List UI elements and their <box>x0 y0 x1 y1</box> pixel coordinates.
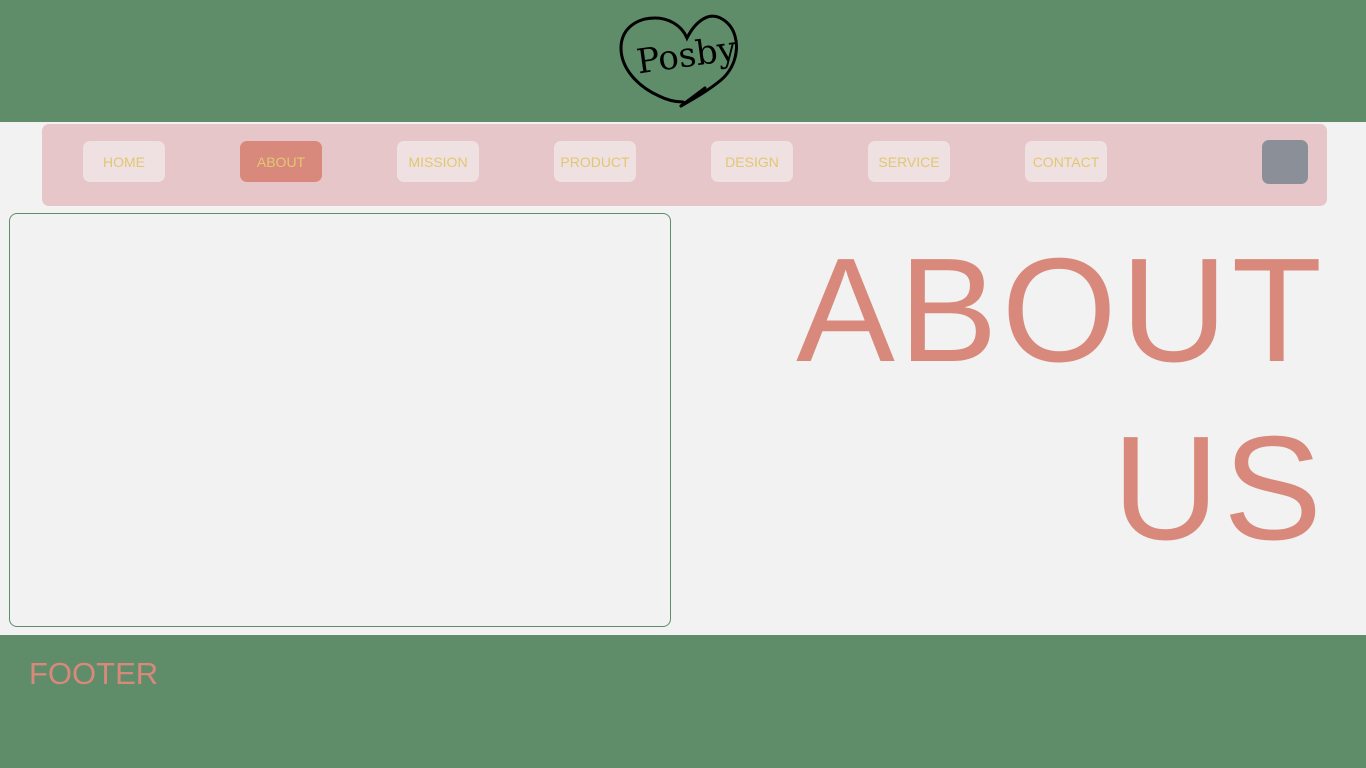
nav-item-about[interactable]: ABOUT <box>240 141 322 182</box>
content-panel <box>9 213 671 627</box>
site-header: Posby <box>0 0 1366 122</box>
nav-item-mission[interactable]: MISSION <box>397 141 479 182</box>
nav-item-contact[interactable]: CONTACT <box>1025 141 1107 182</box>
main-nav: HOME ABOUT MISSION PRODUCT DESIGN SERVIC… <box>42 124 1327 206</box>
page-title: ABOUT US <box>726 222 1326 578</box>
nav-item-home[interactable]: HOME <box>83 141 165 182</box>
nav-item-product[interactable]: PRODUCT <box>554 141 636 182</box>
nav-item-design[interactable]: DESIGN <box>711 141 793 182</box>
footer-label: FOOTER <box>29 656 159 691</box>
nav-item-service[interactable]: SERVICE <box>868 141 950 182</box>
title-line-us: US <box>1112 406 1326 571</box>
posby-heart-logo[interactable]: Posby <box>617 10 741 112</box>
title-line-about: ABOUT <box>796 228 1326 393</box>
menu-square-button[interactable] <box>1262 140 1308 184</box>
logo-text: Posby <box>634 29 740 83</box>
site-footer: FOOTER <box>0 635 1366 768</box>
